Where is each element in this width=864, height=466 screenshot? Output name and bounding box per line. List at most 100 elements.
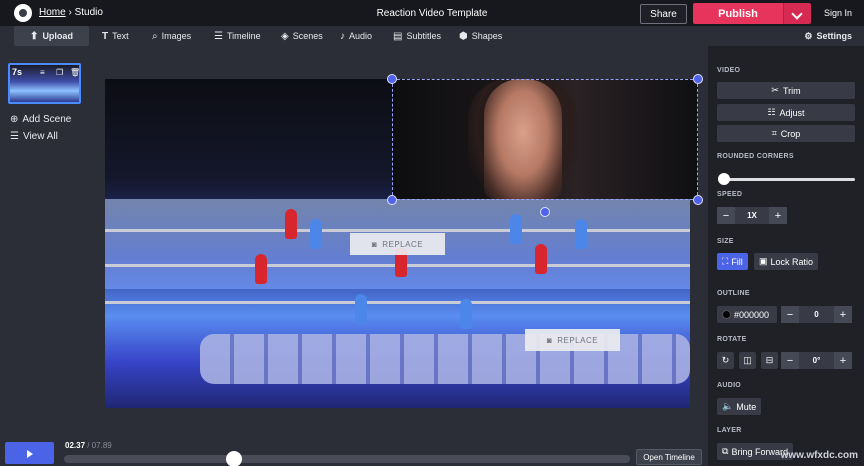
- text-icon: T: [102, 30, 109, 42]
- foosball-rod: [105, 229, 690, 232]
- plus-icon[interactable]: +: [834, 306, 852, 323]
- foosball-figure: [535, 244, 547, 274]
- foosball-figure: [575, 219, 587, 249]
- tab-timeline-label: Timeline: [226, 31, 261, 41]
- trim-button[interactable]: ✂ Trim: [717, 82, 855, 99]
- crop-button[interactable]: ⌗ Crop: [717, 125, 855, 142]
- play-button[interactable]: [5, 442, 54, 464]
- foosball-figure: [355, 294, 367, 324]
- crop-label: Crop: [780, 128, 801, 139]
- rotate-handle[interactable]: [540, 207, 550, 217]
- duplicate-icon[interactable]: ❐: [56, 68, 63, 77]
- color-swatch: [722, 310, 731, 319]
- rotate-stepper[interactable]: − 0° +: [781, 352, 852, 369]
- scene-duration: 7s: [12, 67, 23, 77]
- publish-button[interactable]: Publish: [693, 3, 783, 24]
- foosball-figure: [255, 254, 267, 284]
- tab-shapes-label: Shapes: [471, 31, 503, 41]
- upload-button[interactable]: ⬆ Upload: [14, 26, 89, 46]
- fill-label: Fill: [731, 256, 743, 267]
- tab-images[interactable]: ⌕ Images: [152, 26, 191, 46]
- tab-subtitles[interactable]: ▤ Subtitles: [393, 26, 441, 46]
- settings-button[interactable]: ⚙ Settings: [804, 26, 852, 46]
- breadcrumb-separator: ›: [68, 7, 72, 18]
- sliders-icon: ☷: [767, 107, 776, 117]
- flip-horizontal-icon[interactable]: ◫: [739, 352, 756, 369]
- breadcrumb-home-link[interactable]: Home: [39, 7, 66, 18]
- scene-menu-icon[interactable]: ≡: [40, 68, 45, 77]
- search-icon: ⌕: [152, 30, 158, 42]
- replace-label: REPLACE: [382, 239, 424, 249]
- tab-timeline[interactable]: ☰ Timeline: [214, 26, 261, 46]
- outline-width-stepper[interactable]: − 0 +: [781, 306, 852, 323]
- audio-label: AUDIO: [717, 382, 742, 389]
- crop-icon: ⌗: [771, 128, 777, 138]
- top-bar: Home › Studio Reaction Video Template Sh…: [0, 0, 864, 26]
- lock-ratio-button[interactable]: ▣ Lock Ratio: [754, 253, 819, 270]
- plus-circle-icon: ⊕: [10, 114, 19, 125]
- time-readout: 02.37 / 07.89: [65, 441, 112, 450]
- add-scene-button[interactable]: ⊕ Add Scene: [10, 114, 71, 125]
- tab-text[interactable]: T Text: [102, 26, 129, 46]
- foosball-figure: [510, 214, 522, 244]
- rounded-corners-knob[interactable]: [718, 173, 730, 185]
- timeline-scrubber[interactable]: [64, 455, 630, 463]
- selection-frame: [392, 79, 698, 200]
- timeline-icon: ☰: [214, 30, 223, 42]
- properties-panel: VIDEO ✂ Trim ☷ Adjust ⌗ Crop ROUNDED COR…: [708, 46, 864, 466]
- publish-dropdown-icon[interactable]: [783, 3, 811, 24]
- sign-in-link[interactable]: Sign In: [824, 8, 852, 18]
- replace-button[interactable]: ◙ REPLACE: [350, 233, 445, 255]
- gear-icon: ⚙: [804, 30, 813, 41]
- mute-button[interactable]: 🔈 Mute: [717, 398, 762, 415]
- resize-handle[interactable]: [387, 74, 397, 84]
- share-button[interactable]: Share: [640, 4, 687, 24]
- tab-scenes[interactable]: ◈ Scenes: [281, 26, 323, 46]
- current-time: 02.37: [65, 441, 86, 450]
- video-section-label: VIDEO: [717, 67, 741, 74]
- plus-icon[interactable]: +: [769, 207, 787, 224]
- scene-thumbnail[interactable]: 7s ≡ ❐ 🗑: [8, 63, 81, 104]
- breadcrumb: Home › Studio: [39, 7, 103, 18]
- upload-label: Upload: [42, 31, 73, 41]
- rounded-corners-slider[interactable]: [721, 178, 855, 181]
- minus-icon[interactable]: −: [717, 207, 735, 224]
- scrubber-knob[interactable]: [225, 451, 242, 466]
- fill-button[interactable]: ⛶ Fill: [717, 253, 748, 270]
- speed-stepper[interactable]: − 1X +: [717, 207, 787, 224]
- resize-handle[interactable]: [693, 195, 703, 205]
- adjust-label: Adjust: [779, 107, 805, 118]
- resize-handle[interactable]: [693, 74, 703, 84]
- tab-shapes[interactable]: ⬢ Shapes: [459, 26, 502, 46]
- settings-label: Settings: [816, 31, 852, 41]
- flip-vertical-icon[interactable]: ⊟: [761, 352, 778, 369]
- minus-icon[interactable]: −: [781, 306, 799, 323]
- tab-audio[interactable]: ♪ Audio: [340, 26, 372, 46]
- adjust-button[interactable]: ☷ Adjust: [717, 104, 855, 121]
- replace-button[interactable]: ◙ REPLACE: [525, 329, 620, 351]
- rotate-icon[interactable]: ↻: [717, 352, 734, 369]
- mute-label: Mute: [736, 401, 757, 412]
- upload-icon: ⬆: [30, 30, 39, 42]
- trim-label: Trim: [782, 85, 801, 96]
- toolbar: ⬆ Upload T Text ⌕ Images ☰ Timeline ◈ Sc…: [0, 26, 864, 46]
- lock-ratio-icon: ▣: [759, 256, 768, 266]
- outline-color-value: #000000: [734, 309, 770, 320]
- rotate-label: ROTATE: [717, 336, 747, 343]
- time-separator: /: [87, 441, 90, 450]
- list-icon: ☰: [10, 131, 19, 142]
- foosball-figure: [285, 209, 297, 239]
- resize-handle[interactable]: [387, 195, 397, 205]
- subtitles-icon: ▤: [393, 30, 403, 42]
- outline-color-picker[interactable]: #000000: [717, 306, 777, 323]
- view-all-button[interactable]: ☰ View All: [10, 131, 58, 142]
- open-timeline-button[interactable]: Open Timeline: [636, 449, 702, 465]
- tab-audio-label: Audio: [349, 31, 373, 41]
- shapes-icon: ⬢: [459, 30, 468, 42]
- rounded-corners-label: ROUNDED CORNERS: [717, 153, 794, 160]
- total-time: 07.89: [91, 441, 112, 450]
- plus-icon[interactable]: +: [834, 352, 852, 369]
- logo-icon[interactable]: [14, 4, 32, 22]
- minus-icon[interactable]: −: [781, 352, 799, 369]
- trash-icon[interactable]: 🗑: [70, 68, 79, 77]
